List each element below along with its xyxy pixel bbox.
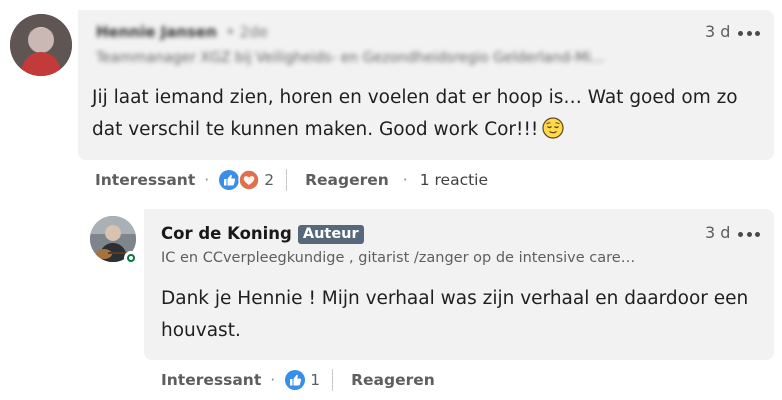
- author-headline: IC en CCverpleegkundige , gitarist /zang…: [161, 250, 636, 266]
- online-status-icon: [124, 251, 138, 265]
- like-button[interactable]: Interessant: [95, 171, 195, 189]
- author-name-text: Cor de Koning: [161, 224, 292, 243]
- comment-bubble: Hennie Jansen • 2de Teammanager XGZ bij …: [78, 10, 774, 160]
- connection-degree: • 2de: [226, 23, 268, 41]
- commenter-name[interactable]: Hennie Jansen • 2de: [96, 23, 268, 41]
- commenter-name-text: Hennie Jansen: [96, 23, 217, 41]
- separator-dot: ·: [402, 171, 408, 189]
- commenter-avatar[interactable]: [10, 14, 72, 76]
- comment-text: Jij laat iemand zien, horen en voelen da…: [92, 82, 738, 146]
- more-options-icon[interactable]: [738, 230, 760, 238]
- divider: [286, 169, 288, 191]
- relieved-emoji-icon: [542, 117, 564, 139]
- comment-actions: Interessant · 2 Reageren · 1 reactie: [95, 168, 488, 192]
- comment-text-line: Dank je Hennie ! Mijn verhaal was zijn v…: [161, 288, 749, 309]
- like-reaction-icon: [219, 170, 240, 190]
- like-button[interactable]: Interessant: [161, 371, 261, 389]
- comment-actions: Interessant · 1 Reageren: [161, 368, 435, 392]
- comment-text: Dank je Hennie ! Mijn verhaal was zijn v…: [161, 283, 748, 347]
- comment-text-line: dat verschil te kunnen maken. Good work …: [92, 119, 539, 140]
- love-reaction-icon: [238, 169, 260, 191]
- reactions-summary[interactable]: 1: [284, 369, 320, 391]
- reactions-summary[interactable]: 2: [218, 169, 274, 191]
- like-reaction-icon: [285, 370, 306, 390]
- avatar-photo: [10, 14, 72, 76]
- divider: [332, 369, 334, 391]
- comment-bubble: Cor de Koning Auteur IC en CCverpleegkund…: [144, 209, 774, 360]
- author-badge: Auteur: [297, 225, 364, 244]
- reply-button[interactable]: Reageren: [351, 371, 435, 389]
- comment-text-line: Jij laat iemand zien, horen en voelen da…: [92, 87, 738, 108]
- comment-timestamp: 3 d: [705, 223, 731, 242]
- reaction-count: 1: [310, 371, 321, 389]
- comment-timestamp: 3 d: [705, 22, 731, 41]
- more-options-icon[interactable]: [738, 29, 760, 37]
- comment-text-line: houvast.: [161, 320, 241, 341]
- author-name[interactable]: Cor de Koning Auteur: [161, 224, 364, 244]
- reply-button[interactable]: Reageren: [305, 171, 389, 189]
- reaction-count: 2: [264, 171, 275, 189]
- commenter-headline: Teammanager XGZ bij Veiligheids- en Gezo…: [96, 50, 605, 66]
- separator-dot: ·: [204, 171, 210, 189]
- replies-count-link[interactable]: 1 reactie: [420, 171, 488, 189]
- separator-dot: ·: [270, 371, 276, 389]
